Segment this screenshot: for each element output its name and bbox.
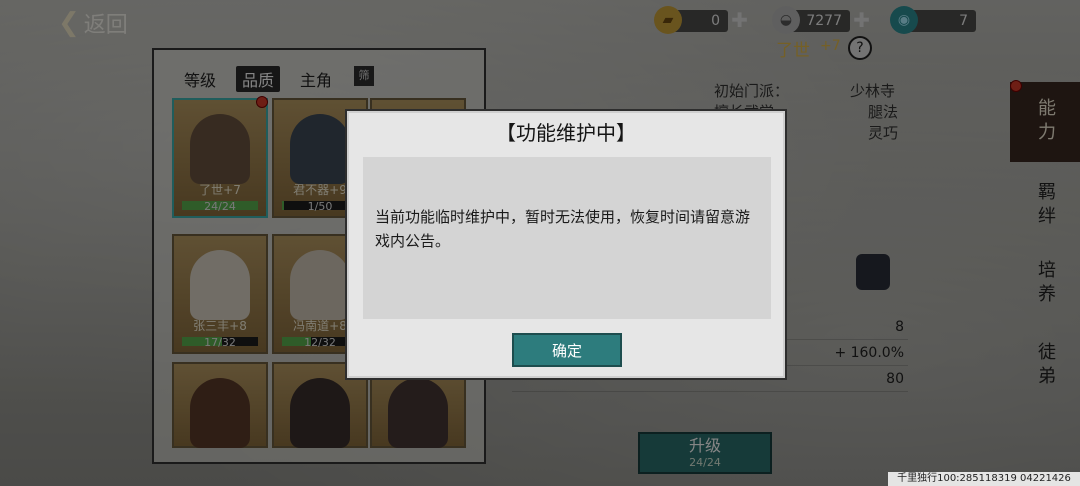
player-id-watermark: 千里独行100:285118319 04221426 xyxy=(888,472,1080,486)
dialog-body: 当前功能临时维护中，暂时无法使用，恢复时间请留意游戏内公告。 xyxy=(363,157,771,319)
dialog-title: 【功能维护中】 xyxy=(496,121,636,145)
confirm-button[interactable]: 确定 xyxy=(512,333,622,367)
dialog-message: 当前功能临时维护中，暂时无法使用，恢复时间请留意游戏内公告。 xyxy=(375,208,751,250)
maintenance-dialog: 【功能维护中】 当前功能临时维护中，暂时无法使用，恢复时间请留意游戏内公告。 确… xyxy=(345,109,787,380)
